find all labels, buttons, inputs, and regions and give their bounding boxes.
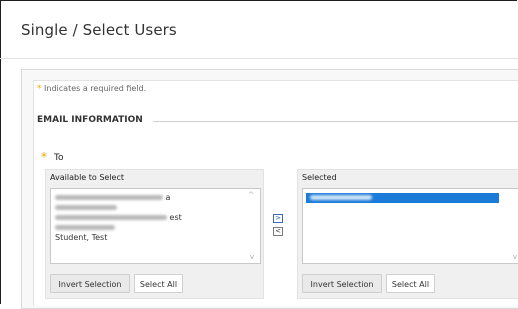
list-item[interactable]: a [51,193,260,203]
available-invert-selection-button[interactable]: Invert Selection [50,274,130,293]
title-divider [0,58,518,59]
list-item[interactable]: Student, Test [51,233,260,243]
redacted-name [55,215,167,220]
list-item[interactable]: est [51,213,260,223]
redacted-name [55,225,115,230]
selected-listbox[interactable]: v [302,188,518,264]
scroll-down-icon[interactable]: v [513,253,517,261]
to-required-star-icon: * [41,150,47,164]
list-item-text: est [169,213,182,222]
redacted-name [310,195,372,200]
selected-invert-selection-button[interactable]: Invert Selection [302,274,382,293]
list-item[interactable] [51,223,260,233]
to-label: To [54,153,64,163]
move-left-button[interactable]: < [273,227,283,236]
list-item-selected[interactable] [306,193,499,203]
section-title-email-information: EMAIL INFORMATION [37,115,143,125]
available-listbox[interactable]: a est Student, Test ^ v [50,188,261,264]
redacted-name [55,195,163,200]
selected-column: Selected v Invert Selection Select All [297,169,518,299]
list-item-text: Student, Test [55,233,108,242]
section-divider [153,121,518,122]
required-note: * Indicates a required field. [37,84,146,94]
available-column: Available to Select a est Student, Test … [45,169,264,299]
scroll-up-icon[interactable]: ^ [248,191,254,199]
selected-header: Selected [302,173,337,182]
list-item[interactable] [51,203,260,213]
redacted-name [55,205,117,210]
selected-select-all-button[interactable]: Select All [386,274,435,293]
list-item-text: a [165,193,171,202]
required-note-text: Indicates a required field. [44,84,147,93]
required-star-icon: * [37,84,42,94]
scroll-down-icon[interactable]: v [250,253,254,261]
available-header: Available to Select [50,173,125,182]
move-right-button[interactable]: > [273,214,283,223]
page-title: Single / Select Users [21,21,177,39]
available-select-all-button[interactable]: Select All [134,274,183,293]
